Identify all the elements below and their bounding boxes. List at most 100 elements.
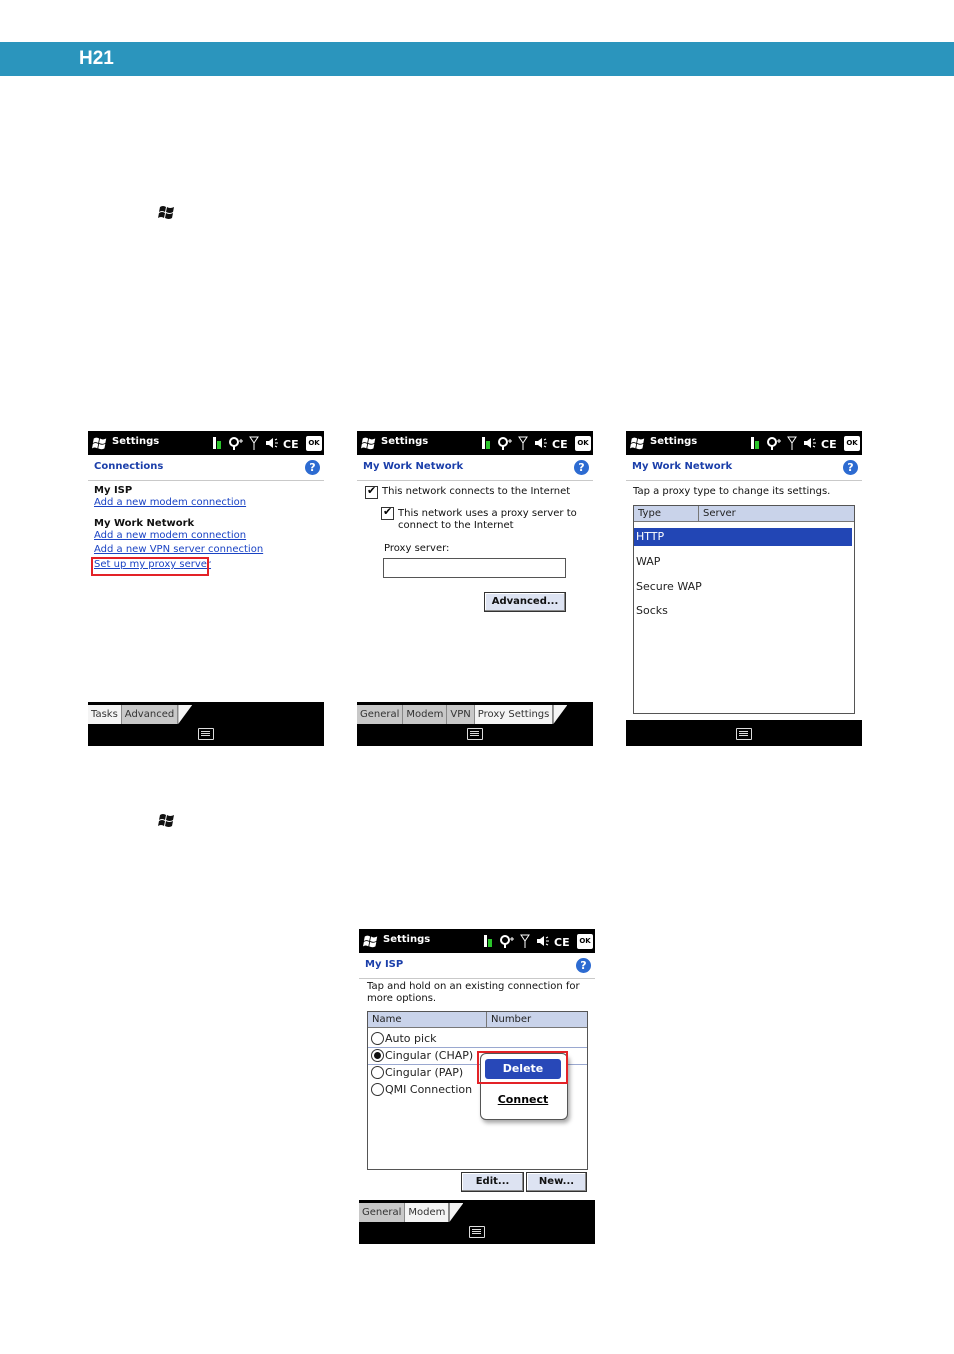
keyboard-icon[interactable] <box>198 728 214 740</box>
checkbox-uses-proxy[interactable] <box>381 505 394 520</box>
instruction-text: Tap a proxy type to change its settings. <box>633 486 831 497</box>
tab-general[interactable]: General <box>357 705 404 724</box>
list-item[interactable]: WAP <box>634 553 660 571</box>
checkbox-uses-proxy-label-line2: connect to the Internet <box>398 520 514 531</box>
column-header-server[interactable]: Server <box>699 506 854 522</box>
tab-proxy-settings[interactable]: Proxy Settings <box>474 705 554 724</box>
start-menu-icon[interactable] <box>91 435 109 451</box>
list-item[interactable]: Cingular (PAP) <box>383 1065 463 1080</box>
connectivity-icon[interactable] <box>228 436 244 450</box>
signal-icon[interactable] <box>787 436 797 450</box>
svg-text:CE: CE <box>554 936 570 948</box>
tab-vpn[interactable]: VPN <box>447 705 475 724</box>
instruction-text-line1: Tap and hold on an existing connection f… <box>367 981 580 992</box>
proxy-server-input[interactable] <box>383 558 566 578</box>
proxy-type-list: Type Server HTTP WAP Secure WAP Socks <box>633 505 855 714</box>
connectivity-icon[interactable] <box>499 934 515 948</box>
tab-tasks[interactable]: Tasks <box>88 705 122 724</box>
column-header-type[interactable]: Type <box>634 506 699 522</box>
keyboard-icon[interactable] <box>469 1226 485 1238</box>
page-title: Connections <box>94 461 164 472</box>
tab-strip-edge <box>178 705 193 724</box>
status-bar: Settings CE OK <box>626 431 862 455</box>
list-item[interactable]: Auto pick <box>383 1031 437 1046</box>
new-button[interactable]: New... <box>526 1172 587 1192</box>
bottom-bar <box>626 720 862 746</box>
list-item[interactable]: Secure WAP <box>634 578 702 596</box>
volume-icon[interactable] <box>264 436 278 450</box>
volume-icon[interactable] <box>533 436 547 450</box>
status-bar: Settings CE OK <box>88 431 324 455</box>
keyboard-icon[interactable] <box>467 728 483 740</box>
tab-general[interactable]: General <box>359 1203 406 1222</box>
checkbox-connects-internet[interactable] <box>365 484 378 499</box>
tab-modem[interactable]: Modem <box>405 1203 450 1222</box>
battery-icon[interactable] <box>211 436 223 450</box>
page-header: My Work Network ? <box>357 455 593 481</box>
page-header: My ISP ? <box>359 953 595 979</box>
list-item[interactable]: QMI Connection <box>383 1082 472 1097</box>
status-title: Settings <box>650 436 698 447</box>
tab-advanced[interactable]: Advanced <box>121 705 179 724</box>
signal-icon[interactable] <box>249 436 259 450</box>
bottom-bar: Tasks Advanced <box>88 702 324 746</box>
battery-icon[interactable] <box>482 934 494 948</box>
ok-button[interactable]: OK <box>844 435 860 451</box>
keyboard-status-icon[interactable]: CE <box>283 436 301 450</box>
page-title: My ISP <box>365 959 404 970</box>
document-header-label: H21 <box>79 48 114 69</box>
bottom-bar: General Modem VPN Proxy Settings <box>357 702 593 746</box>
page-title: My Work Network <box>632 461 733 472</box>
tab-strip-edge <box>553 705 568 724</box>
list-item[interactable]: Socks <box>634 602 668 620</box>
status-title: Settings <box>383 934 431 945</box>
context-menu-connect[interactable]: Connect <box>485 1090 561 1110</box>
svg-text:CE: CE <box>821 438 837 450</box>
signal-icon[interactable] <box>518 436 528 450</box>
keyboard-status-icon[interactable]: CE <box>554 934 572 948</box>
column-header-number[interactable]: Number <box>487 1012 587 1028</box>
volume-icon[interactable] <box>802 436 816 450</box>
list-item[interactable]: Cingular (CHAP) <box>383 1048 473 1063</box>
keyboard-icon[interactable] <box>736 728 752 740</box>
start-menu-icon[interactable] <box>362 933 380 949</box>
connectivity-icon[interactable] <box>497 436 513 450</box>
keyboard-status-icon[interactable]: CE <box>821 436 839 450</box>
column-header-name[interactable]: Name <box>368 1012 487 1028</box>
ok-button[interactable]: OK <box>575 435 591 451</box>
link-add-modem-connection-isp[interactable]: Add a new modem connection <box>94 497 246 508</box>
status-title: Settings <box>381 436 429 447</box>
tab-modem[interactable]: Modem <box>403 705 448 724</box>
help-icon[interactable]: ? <box>305 460 320 475</box>
tab-strip-edge <box>449 1203 464 1222</box>
keyboard-status-icon[interactable]: CE <box>552 436 570 450</box>
svg-text:CE: CE <box>552 438 568 450</box>
start-menu-icon[interactable] <box>360 435 378 451</box>
screen-proxy-types: Settings CE OK My Work Network ? Tap a p… <box>626 431 862 746</box>
edit-button[interactable]: Edit... <box>461 1172 524 1192</box>
link-add-modem-connection-work[interactable]: Add a new modem connection <box>94 530 246 541</box>
advanced-button[interactable]: Advanced... <box>484 592 566 612</box>
volume-icon[interactable] <box>535 934 549 948</box>
help-icon[interactable]: ? <box>843 460 858 475</box>
page-header: Connections ? <box>88 455 324 481</box>
section-title-my-isp: My ISP <box>94 485 133 496</box>
link-add-vpn-connection[interactable]: Add a new VPN server connection <box>94 544 263 555</box>
page-header: My Work Network ? <box>626 455 862 481</box>
ok-button[interactable]: OK <box>306 435 322 451</box>
battery-icon[interactable] <box>480 436 492 450</box>
battery-icon[interactable] <box>749 436 761 450</box>
help-icon[interactable]: ? <box>574 460 589 475</box>
ok-button[interactable]: OK <box>577 933 593 949</box>
signal-icon[interactable] <box>520 934 530 948</box>
checkbox-connects-internet-label: This network connects to the Internet <box>382 486 571 497</box>
bottom-bar: General Modem <box>359 1200 595 1244</box>
help-icon[interactable]: ? <box>576 958 591 973</box>
screen-connections: Settings CE OK Connections ? My ISP Add … <box>88 431 324 746</box>
callout-highlight <box>91 557 209 576</box>
checkbox-uses-proxy-label-line1: This network uses a proxy server to <box>398 508 577 519</box>
connectivity-icon[interactable] <box>766 436 782 450</box>
list-item[interactable]: HTTP <box>634 528 852 546</box>
status-title: Settings <box>112 436 160 447</box>
start-menu-icon[interactable] <box>629 435 647 451</box>
